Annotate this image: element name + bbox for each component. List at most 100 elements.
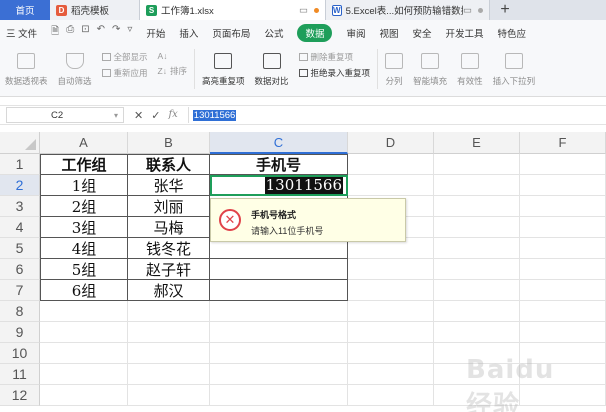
empty-cell[interactable] — [348, 322, 434, 343]
cell-b5[interactable]: 钱冬花 — [128, 238, 210, 259]
empty-cell[interactable] — [434, 175, 520, 196]
cell-a6[interactable]: 5组 — [40, 259, 128, 280]
empty-cell[interactable] — [520, 301, 606, 322]
row-header-8[interactable]: 8 — [0, 301, 40, 322]
cell-c1[interactable]: 手机号 — [210, 154, 348, 175]
name-box[interactable]: C2 ▾ — [6, 107, 124, 123]
cell-b4[interactable]: 马梅 — [128, 217, 210, 238]
formula-input[interactable]: 13011566 — [187, 107, 237, 123]
empty-cell[interactable] — [348, 385, 434, 406]
empty-cell[interactable] — [348, 154, 434, 175]
column-header-f[interactable]: F — [520, 132, 606, 154]
tab-workbook1[interactable]: S 工作簿1.xlsx ▭ — [140, 0, 326, 20]
empty-cell[interactable] — [348, 301, 434, 322]
select-all-corner[interactable] — [0, 132, 40, 154]
row-header-6[interactable]: 6 — [0, 259, 40, 280]
cell-a1[interactable]: 工作组 — [40, 154, 128, 175]
cell-c6[interactable] — [210, 259, 348, 280]
empty-cell[interactable] — [348, 259, 434, 280]
preview-icon[interactable]: ⊡ — [81, 24, 89, 41]
empty-cell[interactable] — [128, 301, 210, 322]
file-menu[interactable]: 三 文件 — [6, 26, 37, 40]
smart-fill-button[interactable]: 智能填充 — [408, 49, 452, 87]
empty-cell[interactable] — [520, 280, 606, 301]
column-header-d[interactable]: D — [348, 132, 434, 154]
empty-cell[interactable] — [520, 322, 606, 343]
empty-cell[interactable] — [520, 217, 606, 238]
screen-icon[interactable]: ▭ — [299, 5, 308, 16]
empty-cell[interactable] — [40, 301, 128, 322]
undo-icon[interactable]: ↶ — [97, 24, 105, 41]
empty-cell[interactable] — [40, 343, 128, 364]
cell-b7[interactable]: 郝汉 — [128, 280, 210, 301]
row-header-5[interactable]: 5 — [0, 238, 40, 259]
tab-excel-doc[interactable]: W 5.Excel表...如何预防输错数据 ▭ — [326, 0, 490, 20]
cell-b6[interactable]: 赵子轩 — [128, 259, 210, 280]
menu-item-formulas[interactable]: 公式 — [264, 26, 283, 40]
row-header-2[interactable]: 2 — [0, 175, 40, 196]
empty-cell[interactable] — [434, 259, 520, 280]
row-header-10[interactable]: 10 — [0, 343, 40, 364]
empty-cell[interactable] — [348, 175, 434, 196]
cell-a7[interactable]: 6组 — [40, 280, 128, 301]
empty-cell[interactable] — [520, 259, 606, 280]
chevron-down-icon[interactable]: ▾ — [114, 111, 118, 120]
menu-item-review[interactable]: 审阅 — [346, 26, 365, 40]
menu-item-security[interactable]: 安全 — [413, 26, 432, 40]
menu-item-developer[interactable]: 开发工具 — [446, 26, 484, 40]
empty-cell[interactable] — [348, 280, 434, 301]
menu-item-view[interactable]: 视图 — [379, 26, 398, 40]
row-header-12[interactable]: 12 — [0, 385, 40, 406]
empty-cell[interactable] — [128, 343, 210, 364]
reapply-button[interactable]: 重新应用 — [101, 67, 148, 79]
sort-asc-button[interactable]: A↓ — [158, 51, 187, 61]
screen-icon-2[interactable]: ▭ — [463, 5, 472, 16]
empty-cell[interactable] — [520, 154, 606, 175]
column-header-e[interactable]: E — [434, 132, 520, 154]
empty-cell[interactable] — [434, 301, 520, 322]
row-header-1[interactable]: 1 — [0, 154, 40, 175]
empty-cell[interactable] — [348, 364, 434, 385]
redo-icon[interactable]: ↷ — [112, 24, 120, 41]
insert-dropdown-button[interactable]: 插入下拉列 — [488, 49, 541, 87]
empty-cell[interactable] — [210, 364, 348, 385]
column-header-b[interactable]: B — [128, 132, 210, 154]
split-columns-button[interactable]: 分列 — [380, 49, 408, 87]
confirm-icon[interactable]: ✓ — [151, 109, 160, 122]
cancel-icon[interactable]: ✕ — [134, 109, 143, 122]
cell-a5[interactable]: 4组 — [40, 238, 128, 259]
tab-home[interactable]: 首页 — [0, 0, 50, 20]
menu-item-features[interactable]: 特色应 — [498, 26, 527, 40]
autofilter-button[interactable]: 自动筛选 — [53, 49, 97, 87]
show-all-button[interactable]: 全部显示 — [101, 51, 148, 63]
new-tab-button[interactable]: + — [490, 0, 520, 20]
empty-cell[interactable] — [128, 322, 210, 343]
empty-cell[interactable] — [210, 322, 348, 343]
menu-item-page-layout[interactable]: 页面布局 — [212, 26, 250, 40]
empty-cell[interactable] — [434, 217, 520, 238]
row-header-3[interactable]: 3 — [0, 196, 40, 217]
cell-a3[interactable]: 2组 — [40, 196, 128, 217]
menu-item-data[interactable]: 数据 — [297, 23, 333, 42]
validity-button[interactable]: 有效性 — [452, 49, 488, 87]
cell-c7[interactable] — [210, 280, 348, 301]
cell-a2[interactable]: 1组 — [40, 175, 128, 196]
empty-cell[interactable] — [520, 196, 606, 217]
highlight-duplicates-button[interactable]: 高亮重复项 — [197, 49, 250, 87]
cell-b2[interactable]: 张华 — [128, 175, 210, 196]
cell-b3[interactable]: 刘丽 — [128, 196, 210, 217]
row-header-11[interactable]: 11 — [0, 364, 40, 385]
tab-docer-templates[interactable]: D 稻壳模板 — [50, 0, 140, 20]
empty-cell[interactable] — [210, 301, 348, 322]
empty-cell[interactable] — [210, 343, 348, 364]
chevron-down-icon[interactable]: ▿ — [127, 24, 132, 41]
empty-cell[interactable] — [128, 364, 210, 385]
cell-b1[interactable]: 联系人 — [128, 154, 210, 175]
row-header-4[interactable]: 4 — [0, 217, 40, 238]
cell-c2[interactable]: 13011566 — [210, 175, 348, 196]
empty-cell[interactable] — [520, 238, 606, 259]
fx-icon[interactable]: fx — [168, 109, 177, 122]
pivot-table-button[interactable]: 数据透视表 — [0, 49, 53, 87]
empty-cell[interactable] — [434, 154, 520, 175]
column-header-a[interactable]: A — [40, 132, 128, 154]
